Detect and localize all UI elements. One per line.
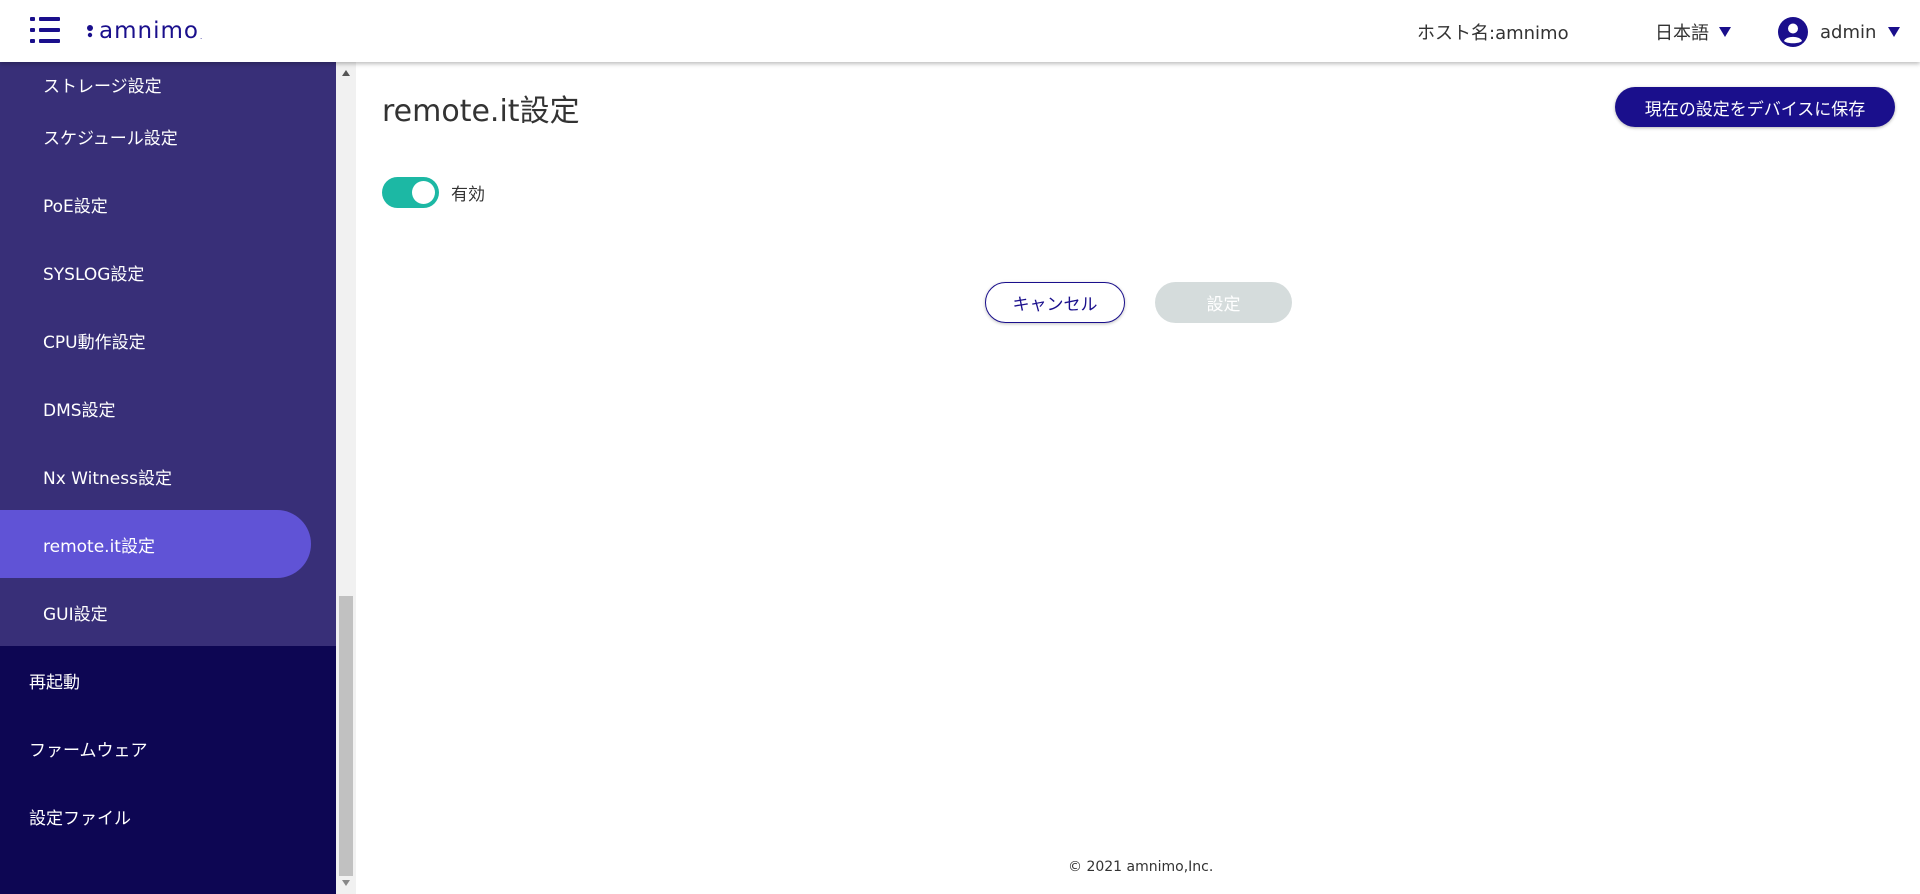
sidebar-item-label: GUI設定: [43, 604, 108, 625]
hostname-label: ホスト名:amnimo: [1417, 23, 1569, 44]
sidebar-item-gui[interactable]: GUI設定: [0, 578, 336, 646]
sidebar-item-label: 設定ファイル: [29, 808, 131, 829]
copyright-footer: © 2021 amnimo,Inc.: [1068, 859, 1214, 875]
user-menu[interactable]: admin: [1778, 17, 1901, 47]
language-selector[interactable]: 日本語: [1655, 19, 1731, 45]
sidebar-item-poe[interactable]: PoE設定: [0, 170, 336, 238]
sidebar-item-label: PoE設定: [43, 196, 108, 217]
sidebar-item-label: remote.it設定: [43, 536, 155, 557]
sidebar-item-dms[interactable]: DMS設定: [0, 374, 336, 442]
cancel-button[interactable]: キャンセル: [985, 282, 1125, 323]
sidebar-item-reboot[interactable]: 再起動: [0, 646, 336, 714]
amnimo-logo[interactable]: amnimo .: [86, 16, 202, 46]
sidebar-scrollbar[interactable]: [336, 62, 356, 894]
enable-toggle-label: 有効: [451, 185, 485, 205]
logo-mark: .: [199, 33, 203, 41]
logo-mark-icon: [87, 25, 93, 38]
sidebar-item-firmware[interactable]: ファームウェア: [0, 714, 336, 782]
sidebar-item-label: ファームウェア: [29, 740, 148, 761]
list-menu-icon[interactable]: [30, 17, 60, 43]
scroll-up-arrow-icon[interactable]: [342, 70, 350, 76]
sidebar-item-schedule[interactable]: スケジュール設定: [0, 102, 336, 170]
account-circle-icon: [1778, 17, 1808, 47]
language-label: 日本語: [1655, 23, 1709, 44]
enable-toggle-row: 有効: [382, 177, 485, 208]
sidebar-item-label: 再起動: [29, 672, 80, 693]
enable-toggle[interactable]: [382, 177, 439, 208]
sidebar-item-nx-witness[interactable]: Nx Witness設定: [0, 442, 336, 510]
sidebar-item-cpu[interactable]: CPU動作設定: [0, 306, 336, 374]
sidebar-item-label: Nx Witness設定: [43, 468, 172, 489]
sidebar-item-syslog[interactable]: SYSLOG設定: [0, 238, 336, 306]
apply-button[interactable]: 設定: [1155, 282, 1292, 323]
save-to-device-button[interactable]: 現在の設定をデバイスに保存: [1615, 87, 1895, 127]
settings-submenu: ストレージ設定 スケジュール設定 PoE設定 SYSLOG設定 CPU動作設定 …: [0, 62, 336, 646]
scrollbar-thumb[interactable]: [339, 596, 353, 876]
scroll-down-arrow-icon[interactable]: [342, 880, 350, 886]
user-name: admin: [1820, 21, 1877, 43]
chevron-down-icon: [1888, 27, 1901, 37]
sidebar-item-config-file[interactable]: 設定ファイル: [0, 782, 336, 850]
chevron-down-icon: [1719, 27, 1731, 37]
sidebar-item-storage[interactable]: ストレージ設定: [0, 62, 336, 102]
sidebar-item-label: CPU動作設定: [43, 332, 146, 353]
logo-text: amnimo: [99, 18, 199, 44]
page-title: remote.it設定: [382, 94, 580, 129]
sidebar-item-label: ストレージ設定: [43, 77, 162, 97]
top-header: amnimo . ホスト名:amnimo 日本語 admin: [0, 0, 1920, 62]
toggle-knob: [412, 181, 435, 204]
sidebar-item-remote-it[interactable]: remote.it設定: [0, 510, 311, 578]
sidebar-item-label: DMS設定: [43, 400, 116, 421]
sidebar: ストレージ設定 スケジュール設定 PoE設定 SYSLOG設定 CPU動作設定 …: [0, 62, 336, 894]
sidebar-item-label: スケジュール設定: [43, 128, 178, 149]
sidebar-item-label: SYSLOG設定: [43, 264, 145, 285]
